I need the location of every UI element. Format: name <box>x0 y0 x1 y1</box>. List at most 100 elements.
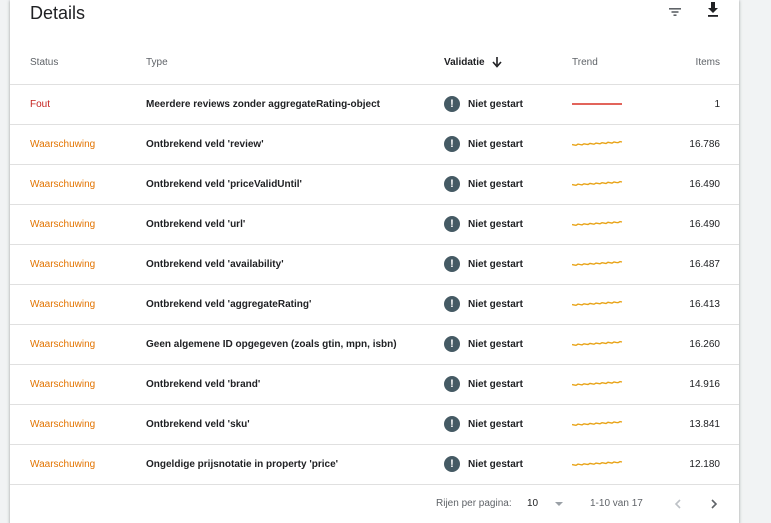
pagination-bar: Rijen per pagina: 10 1-10 van 17 <box>10 484 739 523</box>
chevron-left-icon <box>674 498 681 509</box>
validation-label: Niet gestart <box>468 378 524 390</box>
status-label: Waarschuwing <box>30 338 96 350</box>
table-row[interactable]: Waarschuwing Ontbrekend veld 'aggregateRa… <box>10 284 739 325</box>
sparkline-line <box>572 140 623 147</box>
sparkline-chart <box>572 180 623 187</box>
trend-sparkline <box>572 204 624 244</box>
rows-per-page-select[interactable]: 10 <box>527 484 564 523</box>
validation-label: Niet gestart <box>468 258 524 270</box>
validation-status: ! Niet gestart <box>444 204 523 244</box>
filter-icon <box>669 8 681 16</box>
issue-type: Ontbrekend veld 'brand' <box>146 378 261 390</box>
status-label: Waarschuwing <box>30 418 96 430</box>
sparkline-line <box>572 220 623 227</box>
status-label: Waarschuwing <box>30 298 96 310</box>
status-label: Fout <box>30 98 51 110</box>
trend-sparkline <box>572 444 624 484</box>
status-label: Waarschuwing <box>30 138 96 150</box>
items-count: 16.260 <box>689 338 720 350</box>
status-label: Waarschuwing <box>30 178 96 190</box>
download-button[interactable] <box>702 0 724 21</box>
details-card: Details Status Type Validatie Trend Item… <box>10 0 739 523</box>
table-row[interactable]: Fout Meerdere reviews zonder aggregateRat… <box>10 84 739 125</box>
sparkline-chart <box>572 140 623 147</box>
column-header-status: Status <box>30 56 59 68</box>
sort-arrow-down-icon <box>491 57 502 68</box>
sparkline-chart <box>572 420 623 427</box>
items-count: 13.841 <box>689 418 720 430</box>
table-row[interactable]: Waarschuwing Ontbrekend veld 'url'! Niet g… <box>10 204 739 245</box>
table-row[interactable]: Waarschuwing Ongeldige prijsnotatie in pr… <box>10 444 739 485</box>
sparkline-chart <box>572 300 623 307</box>
status-label: Waarschuwing <box>30 378 96 390</box>
validation-status: ! Niet gestart <box>444 84 523 124</box>
items-count: 16.490 <box>689 218 720 230</box>
items-count: 12.180 <box>689 458 720 470</box>
issue-type: Geen algemene ID opgegeven (zoals gtin, … <box>146 338 397 350</box>
table-row[interactable]: Waarschuwing Ontbrekend veld 'review'! Nie… <box>10 124 739 165</box>
sparkline-line <box>572 420 623 427</box>
items-count: 16.487 <box>689 258 720 270</box>
sparkline-line <box>572 300 623 307</box>
exclamation-icon: ! <box>444 416 460 432</box>
exclamation-icon: ! <box>444 256 460 272</box>
sparkline-chart <box>572 340 623 347</box>
trend-sparkline <box>572 164 624 204</box>
rows-per-page-label: Rijen per pagina: <box>436 498 512 509</box>
validation-label: Niet gestart <box>468 338 524 350</box>
dropdown-arrow-icon <box>555 501 564 506</box>
table-row[interactable]: Waarschuwing Ontbrekend veld 'availabilit… <box>10 244 739 285</box>
exclamation-icon: ! <box>444 296 460 312</box>
trend-sparkline <box>572 124 624 164</box>
sparkline-chart <box>572 260 623 267</box>
column-header-validation[interactable]: Validatie <box>444 40 503 84</box>
validation-status: ! Niet gestart <box>444 244 523 284</box>
column-header-items: Items <box>695 56 720 68</box>
status-label: Waarschuwing <box>30 258 96 270</box>
sparkline-chart <box>572 380 623 387</box>
validation-status: ! Niet gestart <box>444 444 523 484</box>
exclamation-icon: ! <box>444 176 460 192</box>
validation-status: ! Niet gestart <box>444 324 523 364</box>
validation-label: Niet gestart <box>468 178 524 190</box>
validation-label: Niet gestart <box>468 458 524 470</box>
items-count: 14.916 <box>689 378 720 390</box>
table-row[interactable]: Waarschuwing Ontbrekend veld 'priceValidU… <box>10 164 739 205</box>
next-page-button[interactable] <box>708 484 720 523</box>
column-header-trend: Trend <box>572 56 598 68</box>
exclamation-icon: ! <box>444 336 460 352</box>
exclamation-icon: ! <box>444 96 460 112</box>
table-row[interactable]: Waarschuwing Ontbrekend veld 'sku'! Niet g… <box>10 404 739 445</box>
table-header: Status Type Validatie Trend Items <box>10 40 739 85</box>
issue-type: Ontbrekend veld 'review' <box>146 138 264 150</box>
validation-label: Niet gestart <box>468 138 524 150</box>
issue-type: Ontbrekend veld 'sku' <box>146 418 250 430</box>
chevron-right-icon <box>711 498 718 509</box>
validation-status: ! Niet gestart <box>444 164 523 204</box>
issue-type: Meerdere reviews zonder aggregateRating-… <box>146 98 380 110</box>
validation-label: Niet gestart <box>468 418 524 430</box>
issue-type: Ongeldige prijsnotatie in property 'pric… <box>146 458 339 470</box>
items-count: 16.490 <box>689 178 720 190</box>
issue-type: Ontbrekend veld 'availability' <box>146 258 284 270</box>
table-row[interactable]: Waarschuwing Ontbrekend veld 'brand'! Niet… <box>10 364 739 405</box>
download-icon <box>708 2 718 17</box>
trend-sparkline <box>572 244 624 284</box>
validation-label: Niet gestart <box>468 298 524 310</box>
sparkline-line <box>572 260 623 267</box>
items-count: 16.413 <box>689 298 720 310</box>
validation-status: ! Niet gestart <box>444 124 523 164</box>
table-row[interactable]: Waarschuwing Geen algemene ID opgegeven (… <box>10 324 739 365</box>
exclamation-icon: ! <box>444 136 460 152</box>
column-header-validation-label: Validatie <box>444 56 485 68</box>
issue-type: Ontbrekend veld 'aggregateRating' <box>146 298 312 310</box>
trend-sparkline <box>572 84 624 124</box>
sparkline-line <box>572 380 623 387</box>
validation-label: Niet gestart <box>468 218 524 230</box>
trend-sparkline <box>572 364 624 404</box>
previous-page-button[interactable] <box>672 484 684 523</box>
panel-title: Details <box>30 3 86 23</box>
validation-status: ! Niet gestart <box>444 284 523 324</box>
filter-button[interactable] <box>664 1 686 23</box>
rows-per-page-value: 10 <box>527 498 539 509</box>
